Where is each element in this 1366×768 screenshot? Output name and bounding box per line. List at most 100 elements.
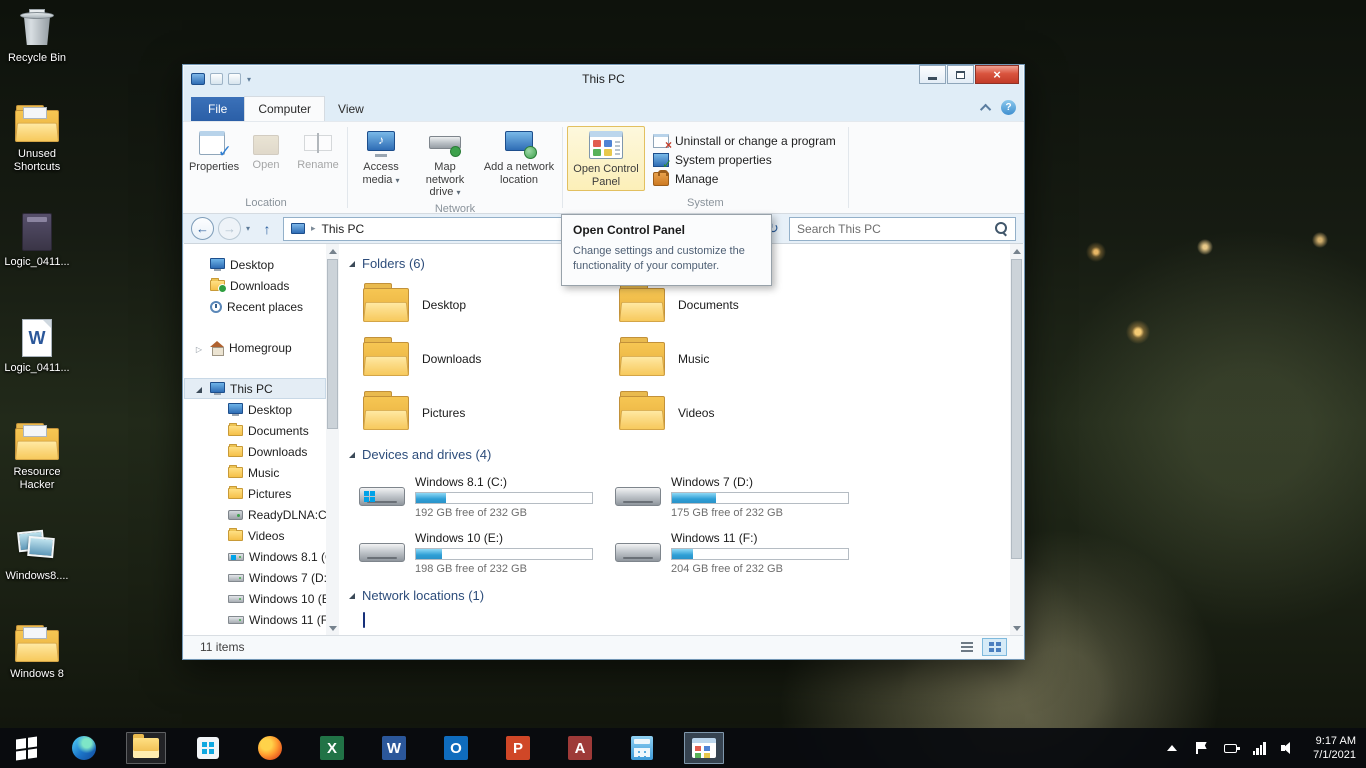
title-bar[interactable]: ▾ This PC × [183, 65, 1024, 93]
desktop-icon-logic-word-doc[interactable]: W Logic_0411... [4, 318, 70, 375]
folder-item-desktop[interactable]: Desktop [359, 281, 615, 329]
thumbnails-view-button[interactable] [982, 638, 1007, 656]
start-button[interactable] [0, 728, 52, 768]
collapsed-arrow-icon[interactable]: ▷ [196, 345, 202, 354]
expanded-arrow-icon[interactable] [196, 387, 202, 393]
drive-item-e[interactable]: Windows 10 (E:) 198 GB free of 232 GB [359, 528, 615, 578]
taskbar-outlook-button[interactable]: O [436, 732, 476, 764]
maximize-button[interactable] [947, 65, 974, 84]
taskbar-powerpoint-button[interactable]: P [498, 732, 538, 764]
properties-button[interactable]: ✓ Properties [189, 126, 239, 177]
drive-item-d[interactable]: Windows 7 (D:) 175 GB free of 232 GB [615, 472, 871, 522]
tab-file[interactable]: File [191, 97, 244, 121]
nav-item-pc-documents[interactable]: Documents [184, 420, 326, 441]
nav-item-homegroup[interactable]: ▷Homegroup [184, 337, 326, 358]
usb-device-icon[interactable] [1222, 740, 1238, 756]
taskbar-firefox-button[interactable] [250, 732, 290, 764]
folder-item-music[interactable]: Music [615, 335, 871, 383]
nav-item-drive-f[interactable]: Windows 11 (F:) [184, 609, 326, 630]
nav-item-downloads[interactable]: Downloads [184, 275, 326, 296]
back-button[interactable]: ← [191, 217, 214, 240]
taskbar-access-button[interactable]: A [560, 732, 600, 764]
hidden-icons-chevron[interactable] [1164, 740, 1180, 756]
breadcrumb-location[interactable]: This PC [322, 222, 365, 236]
folder-item-downloads[interactable]: Downloads [359, 335, 615, 383]
desktop-icon-unused-shortcuts[interactable]: Unused Shortcuts [4, 104, 70, 174]
calculator-icon [631, 736, 653, 760]
system-properties-button[interactable]: System properties [653, 153, 836, 167]
nav-item-pc-pictures[interactable]: Pictures [184, 483, 326, 504]
nav-item-pc-music[interactable]: Music [184, 462, 326, 483]
taskbar-edge-button[interactable] [64, 732, 104, 764]
desktop-icon-logic-notebook[interactable]: Logic_0411... [4, 212, 70, 269]
collapse-section-icon[interactable] [349, 452, 355, 458]
minimize-button[interactable] [919, 65, 946, 84]
scroll-up-arrow[interactable] [1010, 244, 1023, 258]
network-location-item[interactable] [363, 613, 1010, 627]
nav-item-drive-e[interactable]: Windows 10 (E:) [184, 588, 326, 609]
drive-item-f[interactable]: Windows 11 (F:) 204 GB free of 232 GB [615, 528, 871, 578]
desktop-icon-windows8-photos[interactable]: Windows8.... [4, 526, 70, 583]
add-network-location-button[interactable]: Add a network location [480, 126, 558, 189]
qat-properties-icon[interactable] [210, 73, 223, 85]
qat-dropdown-chevron-icon[interactable]: ▾ [246, 75, 252, 84]
taskbar-word-button[interactable]: W [374, 732, 414, 764]
taskbar-control-panel-button[interactable] [684, 732, 724, 764]
taskbar-clock[interactable]: 9:17 AM 7/1/2021 [1309, 734, 1356, 763]
map-network-drive-button[interactable]: Map network drive ▾ [412, 126, 478, 202]
content-scrollbar[interactable] [1010, 244, 1023, 635]
desktop-icon-windows-8[interactable]: Windows 8 [4, 624, 70, 681]
search-icon[interactable] [995, 222, 1008, 235]
scrollbar-thumb[interactable] [327, 259, 338, 429]
nav-item-drive-c[interactable]: Windows 8.1 (C:) [184, 546, 326, 567]
nav-item-this-pc[interactable]: This PC [184, 378, 326, 399]
folder-item-pictures[interactable]: Pictures [359, 389, 615, 437]
taskbar-store-button[interactable] [188, 732, 228, 764]
nav-item-recent-places[interactable]: Recent places [184, 296, 326, 317]
drive-item-c[interactable]: Windows 8.1 (C:) 192 GB free of 232 GB [359, 472, 615, 522]
desktop-icon-recycle-bin[interactable]: Recycle Bin [4, 8, 70, 65]
close-button[interactable]: × [975, 65, 1019, 84]
search-box[interactable] [789, 217, 1016, 241]
details-view-button[interactable] [954, 638, 979, 656]
scroll-down-arrow[interactable] [326, 621, 339, 635]
folder-item-videos[interactable]: Videos [615, 389, 871, 437]
access-media-icon: ♪ [365, 131, 397, 157]
volume-icon[interactable] [1280, 740, 1296, 756]
up-button[interactable]: ↑ [255, 217, 279, 240]
nav-item-readydlna[interactable]: ReadyDLNA:C630 [184, 504, 326, 525]
action-center-flag-icon[interactable] [1193, 740, 1209, 756]
nav-item-pc-downloads[interactable]: Downloads [184, 441, 326, 462]
nav-item-desktop[interactable]: Desktop [184, 254, 326, 275]
search-input[interactable] [797, 222, 989, 236]
tab-view[interactable]: View [325, 97, 377, 121]
history-chevron-icon[interactable]: ▾ [245, 224, 251, 233]
uninstall-program-button[interactable]: Uninstall or change a program [653, 134, 836, 148]
nav-item-pc-videos[interactable]: Videos [184, 525, 326, 546]
nav-item-pc-desktop[interactable]: Desktop [184, 399, 326, 420]
forward-button[interactable]: → [218, 217, 241, 240]
scrollbar-thumb[interactable] [1011, 259, 1022, 559]
minimize-ribbon-icon[interactable] [980, 103, 991, 114]
tab-computer[interactable]: Computer [244, 96, 325, 121]
help-icon[interactable]: ? [1001, 100, 1016, 115]
network-signal-icon[interactable] [1251, 740, 1267, 756]
nav-scrollbar[interactable] [326, 244, 339, 635]
access-media-button[interactable]: ♪ Access media ▾ [352, 126, 410, 189]
collapse-section-icon[interactable] [349, 261, 355, 267]
section-header-network-locations[interactable]: Network locations (1) [349, 588, 1010, 603]
desktop-icon-resource-hacker[interactable]: Resource Hacker [4, 422, 70, 492]
taskbar-calculator-button[interactable] [622, 732, 662, 764]
scroll-down-arrow[interactable] [1010, 621, 1023, 635]
nav-item-drive-d[interactable]: Windows 7 (D:) [184, 567, 326, 588]
qat-new-folder-icon[interactable] [228, 73, 241, 85]
collapse-section-icon[interactable] [349, 593, 355, 599]
scroll-up-arrow[interactable] [326, 244, 339, 258]
open-control-panel-button[interactable]: Open Control Panel [567, 126, 645, 191]
taskbar-file-explorer-button[interactable] [126, 732, 166, 764]
folder-icon [15, 428, 59, 460]
section-header-drives[interactable]: Devices and drives (4) [349, 447, 1010, 462]
folder-item-documents[interactable]: Documents [615, 281, 871, 329]
manage-button[interactable]: Manage [653, 172, 836, 186]
taskbar-excel-button[interactable]: X [312, 732, 352, 764]
